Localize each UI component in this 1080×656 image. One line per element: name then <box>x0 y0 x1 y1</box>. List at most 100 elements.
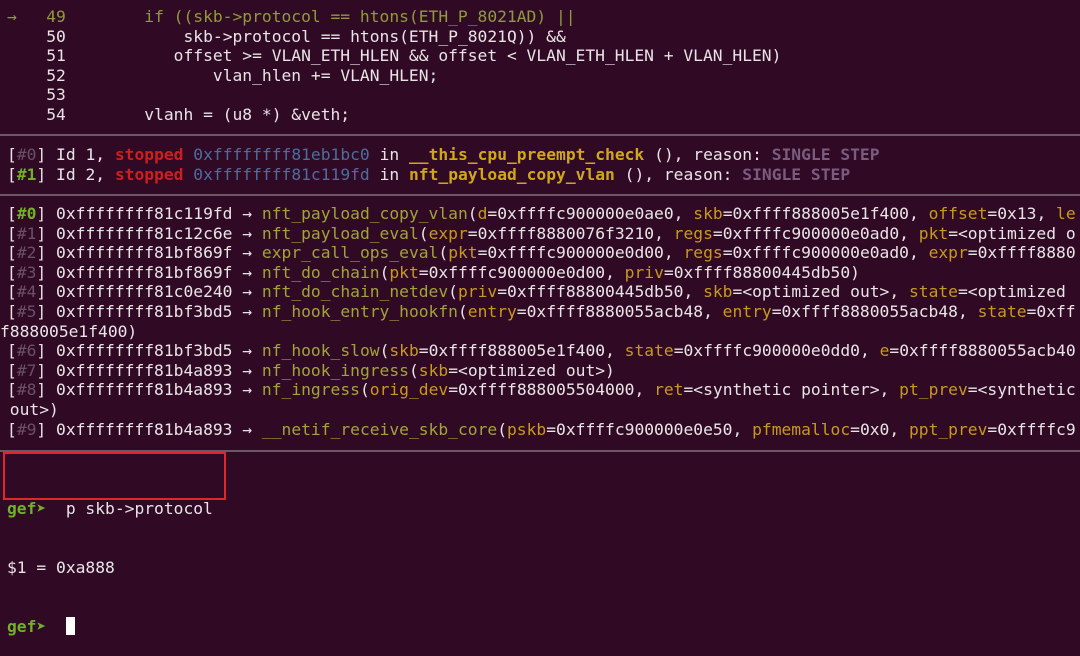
frame-index: #7 <box>16 360 37 380</box>
backtrace-frame[interactable]: [#0] 0xffffffff81c119fd → nft_payload_co… <box>7 204 1080 224</box>
arrow-icon: → <box>242 204 253 223</box>
arg-name: ppt_prev <box>908 419 988 439</box>
arg-value: 0xffff8880055acb48 <box>526 301 704 321</box>
thread-function: nft_payload_copy_vlan <box>408 164 615 184</box>
backtrace-frame[interactable]: [#6] 0xffffffff81bf3bd5 → nf_hook_slow(s… <box>7 341 1080 361</box>
current-line-arrow-icon <box>7 85 17 104</box>
arg-name: entry <box>467 301 517 321</box>
frame-function: nf_hook_entry_hookfn <box>261 301 458 321</box>
current-line-arrow-icon <box>7 46 17 65</box>
backtrace-frame[interactable]: [#3] 0xffffffff81bf869f → nft_do_chain(p… <box>7 263 1080 283</box>
arg-value: 0xffff888005504000 <box>458 380 635 400</box>
separator-threads <box>0 194 1080 196</box>
source-line: → 49 if ((skb->protocol == htons(ETH_P_8… <box>7 7 1080 27</box>
arg-value: 0xffffc9 <box>997 419 1076 439</box>
gef-prompt: gef➤ <box>7 499 47 519</box>
arrow-icon: → <box>242 301 253 321</box>
line-number: 49 <box>46 7 66 26</box>
frame-address: 0xffffffff81bf3bd5 <box>56 341 233 361</box>
frame-index: #2 <box>16 243 37 263</box>
arrow-icon: → <box>242 380 253 400</box>
arg-value: 0xff <box>1036 301 1076 321</box>
arg-value: <optimized out>) <box>458 360 615 380</box>
backtrace-panel: [#0] 0xffffffff81c119fd → nft_payload_co… <box>0 204 1080 440</box>
arg-value: 0xffffc900000e0ad0 <box>732 243 909 263</box>
arrow-icon: → <box>242 243 253 263</box>
source-line: 54 vlanh = (u8 *) &veth; <box>7 105 1080 125</box>
backtrace-frame[interactable]: [#4] 0xffffffff81c0e240 → nft_do_chain_n… <box>7 282 1080 302</box>
frame-address: 0xffffffff81bf3bd5 <box>56 301 233 321</box>
reason-label: (), reason: <box>654 145 762 164</box>
arrow-icon: → <box>242 360 253 380</box>
arg-name: pt_prev <box>899 380 968 400</box>
frame-index: #5 <box>16 301 37 321</box>
arg-value: 0xffffc900000e0ae0 <box>497 204 674 223</box>
backtrace-frame[interactable]: [#5] 0xffffffff81bf3bd5 → nf_hook_entry_… <box>7 302 1080 322</box>
arg-name: state <box>908 282 958 302</box>
thread-id: Id 1, <box>56 145 106 164</box>
arg-name: le <box>1056 204 1076 223</box>
line-number: 52 <box>46 65 66 85</box>
source-line: 51 offset >= VLAN_ETH_HLEN && offset < V… <box>7 46 1080 66</box>
frame-index: #9 <box>16 419 37 439</box>
arg-value: 0xffffc900000e0ad0 <box>722 223 900 243</box>
arrow-icon: → <box>242 419 253 439</box>
frame-function: nft_payload_eval <box>261 223 419 243</box>
arg-value: <optimized <box>967 282 1066 302</box>
thread-id: Id 2, <box>56 164 106 184</box>
arg-name: state <box>624 341 674 361</box>
source-code: vlanh = (u8 *) &veth; <box>144 104 351 124</box>
thread-reason: SINGLE STEP <box>771 145 880 164</box>
thread-index: #0 <box>16 145 37 164</box>
frame-index: #8 <box>16 380 37 400</box>
backtrace-frame[interactable]: [#9] 0xffffffff81b4a893 → __netif_receiv… <box>7 420 1080 440</box>
arg-name: e <box>879 341 890 361</box>
arg-value: 0xffff88800445db50 <box>507 282 684 302</box>
frame-address: 0xffffffff81c0e240 <box>56 282 233 302</box>
backtrace-frame[interactable]: [#8] 0xffffffff81b4a893 → nf_ingress(ori… <box>7 380 1080 400</box>
arg-value: <synthetic <box>977 380 1076 400</box>
arg-value: 0xffff8880 <box>977 243 1076 263</box>
line-number: 51 <box>46 46 66 66</box>
backtrace-frame[interactable]: [#2] 0xffffffff81bf869f → expr_call_ops_… <box>7 243 1080 263</box>
arg-name: pfmemalloc <box>752 419 851 439</box>
frame-function: nft_payload_copy_vlan <box>261 204 468 223</box>
arrow-icon: → <box>242 341 253 361</box>
frame-index: #6 <box>16 341 37 361</box>
frame-address: 0xffffffff81c119fd <box>56 204 233 223</box>
backtrace-frame[interactable]: [#7] 0xffffffff81b4a893 → nf_hook_ingres… <box>7 361 1080 381</box>
backtrace-frame[interactable]: [#1] 0xffffffff81c12c6e → nft_payload_ev… <box>7 224 1080 244</box>
frame-function: __netif_receive_skb_core <box>261 419 498 439</box>
frame-function: nf_ingress <box>261 380 360 400</box>
command-line: gef➤ p skb->protocol <box>7 499 1080 519</box>
highlight-box <box>3 452 226 500</box>
frame-index: #0 <box>16 204 37 223</box>
thread-entry: [#1] Id 2, stopped 0xffffffff81c119fd in… <box>7 164 851 184</box>
frame-address: 0xffffffff81b4a893 <box>56 360 233 380</box>
arg-value: 0xffff8880055acb40 <box>899 341 1076 361</box>
thread-address: 0xffffffff81c119fd <box>193 164 370 184</box>
arg-name: expr <box>928 243 968 263</box>
arg-name: skb <box>693 204 723 223</box>
frame-address: 0xffffffff81b4a893 <box>56 380 233 400</box>
input-line[interactable]: gef➤ <box>7 616 1080 637</box>
arrow-icon: → <box>242 262 253 282</box>
arg-value: 0xffff8880055acb48 <box>781 301 958 321</box>
arg-name: entry <box>722 301 772 321</box>
command-text: p skb->protocol <box>65 499 213 519</box>
frame-address: 0xffffffff81bf869f <box>56 243 233 263</box>
arg-name: skb <box>703 282 733 302</box>
line-number: 54 <box>46 104 66 124</box>
arg-name: priv <box>457 282 498 302</box>
arg-value: 0xffff8880076f3210 <box>477 223 655 243</box>
thread-status: stopped <box>114 164 184 184</box>
arg-name: pskb <box>507 419 547 439</box>
arg-name: priv <box>624 262 664 282</box>
arg-value: 0xffff888005e1f400 <box>732 204 909 223</box>
arg-value: 0x0 <box>859 419 890 439</box>
thread-entry: [#0] Id 1, stopped 0xffffffff81eb1bc0 in… <box>7 145 880 164</box>
current-line-arrow-icon <box>7 105 17 124</box>
arg-value: 0xffff88800445db50) <box>673 262 860 282</box>
thread-address: 0xffffffff81eb1bc0 <box>193 145 370 164</box>
arg-name: pkt <box>448 243 478 263</box>
